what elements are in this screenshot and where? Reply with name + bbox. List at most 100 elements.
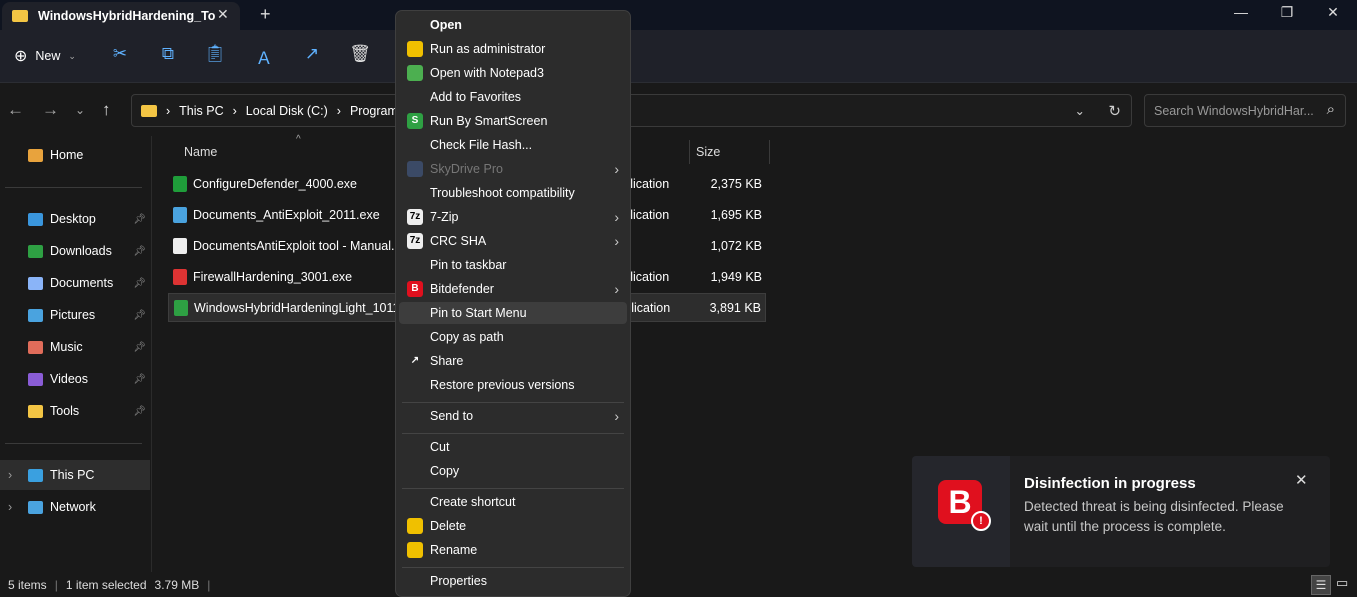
file-name: Documents_AntiExploit_2011.exe xyxy=(193,207,380,222)
menu-item-add-to-favorites[interactable]: Add to Favorites xyxy=(399,86,627,108)
sidebar-item-downloads[interactable]: Downloads 📌︎ xyxy=(0,236,150,266)
menu-separator xyxy=(402,433,624,434)
sidebar-item-pictures[interactable]: Pictures 📌︎ xyxy=(0,300,150,330)
sort-ascending-icon: ^ xyxy=(296,134,301,145)
menu-item-crc-sha[interactable]: 7z CRC SHA › xyxy=(399,230,627,252)
menu-item-run-by-smartscreen[interactable]: S Run By SmartScreen xyxy=(399,110,627,132)
new-tab-button[interactable]: + xyxy=(260,4,271,25)
sidebar-item-documents[interactable]: Documents 📌︎ xyxy=(0,268,150,298)
rename-icon[interactable]: Ａ xyxy=(250,44,278,69)
folder-icon xyxy=(12,10,28,22)
menu-item-create-shortcut[interactable]: Create shortcut xyxy=(399,491,627,513)
pin-icon[interactable]: 📌︎ xyxy=(133,374,146,385)
maximize-button[interactable]: ❐ xyxy=(1267,4,1307,21)
menu-item-run-as-administrator[interactable]: Run as administrator xyxy=(399,38,627,60)
sidebar-label: Tools xyxy=(50,404,80,418)
tab-active[interactable]: WindowsHybridHardening_To xyxy=(2,2,240,30)
new-button[interactable]: ⊕ New ⌄ xyxy=(14,46,76,66)
column-header-name[interactable]: Name xyxy=(184,145,217,159)
bitdefender-icon: B xyxy=(407,281,423,297)
menu-item-bitdefender[interactable]: B Bitdefender › xyxy=(399,278,627,300)
column-header-size[interactable]: Size xyxy=(696,145,720,159)
sidebar-item-this-pc[interactable]: › This PC xyxy=(0,460,150,490)
file-size: 1,949 KB xyxy=(710,269,762,284)
paste-icon[interactable]: 📋︎ xyxy=(201,44,229,64)
sidebar-label: This PC xyxy=(50,468,95,482)
menu-item-troubleshoot-compatibility[interactable]: Troubleshoot compatibility xyxy=(399,182,627,204)
menu-item-restore-previous-versions[interactable]: Restore previous versions xyxy=(399,374,627,396)
menu-item-send-to[interactable]: Send to › xyxy=(399,405,627,427)
menu-item-skydrive-pro[interactable]: SkyDrive Pro › xyxy=(399,158,627,180)
share-icon: ↗ xyxy=(410,355,420,366)
sidebar-item-videos[interactable]: Videos 📌︎ xyxy=(0,364,150,394)
pin-icon[interactable]: 📌︎ xyxy=(133,278,146,289)
address-bar[interactable]: › This PC › Local Disk (C:) › ProgramDa ⌄ ↻ xyxy=(131,94,1132,127)
menu-item-check-file-hash[interactable]: Check File Hash... xyxy=(399,134,627,156)
shield-icon xyxy=(407,518,423,534)
sidebar-label: Documents xyxy=(50,276,114,290)
expand-chevron-icon[interactable]: › xyxy=(8,468,12,482)
pin-icon[interactable]: 📌︎ xyxy=(133,342,146,353)
sidebar-item-tools[interactable]: Tools 📌︎ xyxy=(0,396,150,426)
sidebar-item-home[interactable]: Home xyxy=(0,140,150,170)
sidebar-label: Downloads xyxy=(50,244,112,258)
back-icon[interactable]: ← xyxy=(7,100,24,120)
menu-item-pin-to-start-menu[interactable]: Pin to Start Menu xyxy=(399,302,627,324)
pin-icon[interactable]: 📌︎ xyxy=(133,246,146,257)
menu-item-share[interactable]: ↗ Share xyxy=(399,350,627,372)
alert-icon: ! xyxy=(971,511,991,531)
pin-icon[interactable]: 📌︎ xyxy=(133,310,146,321)
menu-item-cut[interactable]: Cut xyxy=(399,436,627,458)
7zip-icon: 7z xyxy=(407,209,423,225)
close-button[interactable]: ✕ xyxy=(1313,4,1353,21)
menu-item-rename[interactable]: Rename xyxy=(399,539,627,561)
share-icon[interactable]: ↗ xyxy=(298,44,326,64)
column-divider[interactable] xyxy=(689,140,690,164)
menu-item-delete[interactable]: Delete xyxy=(399,515,627,537)
column-divider[interactable] xyxy=(769,140,770,164)
sidebar-item-desktop[interactable]: Desktop 📌︎ xyxy=(0,204,150,234)
forward-icon[interactable]: → xyxy=(42,100,59,120)
address-dropdown-icon[interactable]: ⌄ xyxy=(1075,103,1085,118)
menu-item-label: Run By SmartScreen xyxy=(430,114,548,128)
delete-icon[interactable]: 🗑︎ xyxy=(346,44,374,64)
toast-close-icon[interactable]: ✕ xyxy=(1295,471,1308,489)
tab-close-icon[interactable]: ✕ xyxy=(217,6,229,23)
pin-icon[interactable]: 📌︎ xyxy=(133,406,146,417)
pin-icon[interactable]: 📌︎ xyxy=(133,214,146,225)
menu-item-label: Troubleshoot compatibility xyxy=(430,186,575,200)
tiles-view-button[interactable]: ▭ xyxy=(1336,575,1348,591)
sidebar-item-network[interactable]: › Network xyxy=(0,492,150,522)
menu-item-label: Properties xyxy=(430,574,487,588)
menu-item-open[interactable]: Open xyxy=(399,14,627,36)
divider xyxy=(5,187,142,188)
minimize-button[interactable]: — xyxy=(1221,4,1261,20)
sidebar-label: Pictures xyxy=(50,308,96,322)
cut-icon[interactable]: ✂ xyxy=(106,44,134,64)
recent-chevron-icon[interactable]: ⌄ xyxy=(75,103,85,117)
menu-item-pin-to-taskbar[interactable]: Pin to taskbar xyxy=(399,254,627,276)
details-view-button[interactable]: ☰ xyxy=(1311,575,1331,595)
breadcrumb-sep: › xyxy=(232,103,237,118)
sidebar-item-music[interactable]: Music 📌︎ xyxy=(0,332,150,362)
menu-item-copy-as-path[interactable]: Copy as path xyxy=(399,326,627,348)
menu-item-label: 7-Zip xyxy=(430,210,459,224)
up-icon[interactable]: ↑ xyxy=(102,100,111,120)
expand-chevron-icon[interactable]: › xyxy=(8,500,12,514)
menu-item-label: Bitdefender xyxy=(430,282,494,296)
menu-item-7-zip[interactable]: 7z 7-Zip › xyxy=(399,206,627,228)
selected-count: 1 item selected xyxy=(65,577,147,592)
file-name: ConfigureDefender_4000.exe xyxy=(193,176,358,191)
menu-item-label: Rename xyxy=(430,543,478,557)
menu-item-properties[interactable]: Properties xyxy=(399,570,627,592)
menu-item-label: Delete xyxy=(430,519,467,533)
copy-icon[interactable]: ⧉ xyxy=(154,44,182,64)
breadcrumb-this-pc[interactable]: This PC xyxy=(179,104,223,118)
menu-item-copy[interactable]: Copy xyxy=(399,460,627,482)
file-name: DocumentsAntiExploit tool - Manual.pdf xyxy=(193,238,412,253)
menu-item-open-with-notepad3[interactable]: Open with Notepad3 xyxy=(399,62,627,84)
chevron-right-icon: › xyxy=(614,281,619,297)
refresh-icon[interactable]: ↻ xyxy=(1108,102,1121,120)
search-input[interactable]: Search WindowsHybridHar... ⌕ xyxy=(1144,94,1346,127)
breadcrumb-local-disk[interactable]: Local Disk (C:) xyxy=(246,104,328,118)
